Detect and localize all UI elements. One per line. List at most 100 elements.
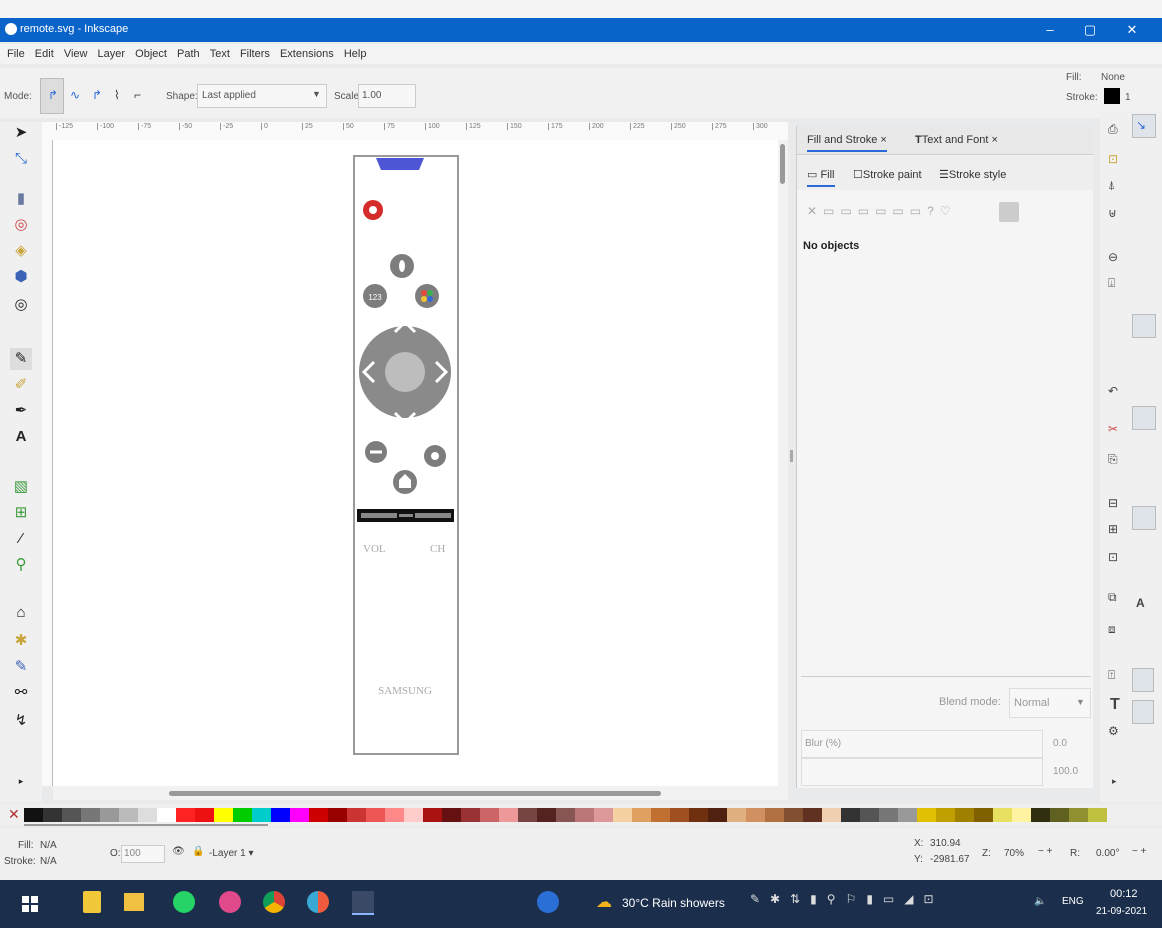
subtab-stroke-paint[interactable]: ☐Stroke paint bbox=[853, 168, 922, 181]
mesh-tool-icon[interactable]: ⊞ bbox=[10, 502, 32, 524]
clock-time[interactable]: 00:12 bbox=[1110, 888, 1138, 900]
palette-swatch[interactable] bbox=[689, 808, 708, 822]
palette-swatch[interactable] bbox=[575, 808, 594, 822]
palette-swatch[interactable] bbox=[271, 808, 290, 822]
help-icon[interactable] bbox=[537, 891, 559, 913]
itunes-icon[interactable] bbox=[219, 891, 241, 913]
tab-text-and-font[interactable]: TText and Font × bbox=[915, 134, 998, 146]
eraser-tool-icon[interactable]: ✎ bbox=[10, 656, 32, 678]
zoom-drawing-icon[interactable]: ⊞ bbox=[1108, 522, 1118, 536]
menu-edit[interactable]: Edit bbox=[35, 48, 54, 60]
save-document-icon[interactable]: ⍋ bbox=[1108, 178, 1115, 193]
menu-layer[interactable]: Layer bbox=[98, 48, 126, 60]
palette-swatch[interactable] bbox=[765, 808, 784, 822]
spray-tool-icon[interactable]: ✱ bbox=[10, 630, 32, 652]
palette-swatch[interactable] bbox=[860, 808, 879, 822]
undo-icon[interactable]: ↶ bbox=[1108, 384, 1118, 398]
layers-button[interactable] bbox=[1132, 700, 1154, 724]
vertical-scrollbar[interactable] bbox=[778, 140, 788, 786]
zoom-value[interactable]: 70% bbox=[1004, 848, 1024, 859]
menu-extensions[interactable]: Extensions bbox=[280, 48, 334, 60]
commands-expand-icon[interactable]: ▸ bbox=[1112, 776, 1117, 787]
palette-swatch[interactable] bbox=[708, 808, 727, 822]
palette-swatch[interactable] bbox=[556, 808, 575, 822]
xml-editor-icon[interactable]: ⍐ bbox=[1108, 668, 1115, 683]
palette-swatch[interactable] bbox=[651, 808, 670, 822]
file-explorer-icon[interactable] bbox=[124, 893, 144, 911]
opacity-value[interactable]: 100.0 bbox=[1053, 766, 1078, 777]
paste-icon[interactable]: ⎘ bbox=[1108, 452, 1118, 467]
menu-view[interactable]: View bbox=[64, 48, 88, 60]
subtab-fill[interactable]: ▭ Fill bbox=[807, 168, 835, 187]
palette-swatch[interactable] bbox=[157, 808, 176, 822]
vertical-scroll-thumb[interactable] bbox=[780, 144, 785, 184]
palette-swatch[interactable] bbox=[632, 808, 651, 822]
menu-text[interactable]: Text bbox=[210, 48, 230, 60]
paraxial-mode-icon[interactable]: ⌐ bbox=[134, 88, 141, 102]
vertical-ruler[interactable] bbox=[42, 140, 53, 786]
menu-filters[interactable]: Filters bbox=[240, 48, 270, 60]
palette-swatch[interactable] bbox=[841, 808, 860, 822]
paint-bucket-tool-icon[interactable]: ⚲ bbox=[10, 554, 32, 576]
dropper-tool-icon[interactable]: ⁄ bbox=[10, 528, 32, 550]
align-distribute-button[interactable] bbox=[1132, 668, 1154, 692]
duplicate-icon[interactable]: ⧉ bbox=[1108, 590, 1117, 605]
preferences-icon[interactable]: ⚙ bbox=[1108, 724, 1119, 738]
palette-swatch[interactable] bbox=[81, 808, 100, 822]
layer-visibility-icon[interactable]: 👁 bbox=[172, 846, 185, 857]
ellipse-tool-icon[interactable]: ◈ bbox=[10, 240, 32, 262]
zoom-selection-icon[interactable]: ⊟ bbox=[1108, 496, 1118, 510]
clock-date[interactable]: 21-09-2021 bbox=[1096, 906, 1147, 917]
tab-fill-and-stroke[interactable]: Fill and Stroke × bbox=[807, 134, 887, 152]
snap-guides-button[interactable] bbox=[1132, 506, 1156, 530]
palette-swatch[interactable] bbox=[537, 808, 556, 822]
horizontal-ruler[interactable]: -125 -100 -75 -50 -25 0 25 50 75 100 125 150 175 200 2… bbox=[42, 122, 788, 141]
no-paint-swatch-icon[interactable]: ✕ bbox=[8, 806, 20, 823]
color-keys-button[interactable] bbox=[415, 284, 439, 308]
palette-swatch[interactable] bbox=[1050, 808, 1069, 822]
palette-scrollbar[interactable] bbox=[24, 824, 268, 826]
dpad-ok-button[interactable] bbox=[385, 352, 425, 392]
palette-swatch[interactable] bbox=[404, 808, 423, 822]
palette-swatch[interactable] bbox=[24, 808, 43, 822]
horizontal-scroll-thumb[interactable] bbox=[169, 791, 661, 796]
palette-swatch[interactable] bbox=[366, 808, 385, 822]
current-layer-dropdown[interactable]: -Layer 1 ▾ bbox=[209, 848, 254, 859]
zoom-stepper[interactable]: − + bbox=[1038, 846, 1052, 857]
zoom-page-icon[interactable]: ⊡ bbox=[1108, 550, 1118, 564]
selector-tool-icon[interactable]: ➤ bbox=[10, 122, 32, 144]
opacity-spinbox[interactable]: 100 bbox=[121, 845, 165, 863]
text-font-dialog-icon[interactable]: A bbox=[1136, 596, 1145, 610]
export-icon[interactable]: ⍗ bbox=[1108, 276, 1115, 291]
whatsapp-icon[interactable] bbox=[173, 891, 195, 913]
pencil-tool-icon[interactable]: ✐ bbox=[10, 374, 32, 396]
inkscape-taskbar-icon[interactable] bbox=[352, 891, 374, 915]
rotation-value[interactable]: 0.00° bbox=[1096, 848, 1119, 859]
palette-swatch[interactable] bbox=[233, 808, 252, 822]
spiral-tool-icon[interactable]: ◎ bbox=[10, 294, 32, 316]
weather-text[interactable]: 30°C Rain showers bbox=[622, 896, 725, 910]
palette-swatch[interactable] bbox=[385, 808, 404, 822]
spiro-mode-icon[interactable]: ∿ bbox=[70, 88, 80, 102]
system-tray-icons[interactable]: ✎✱⇅▮⚲⚐▮▭◢⊡ bbox=[750, 892, 944, 906]
blur-value[interactable]: 0.0 bbox=[1053, 738, 1067, 749]
rotation-stepper[interactable]: − + bbox=[1132, 846, 1146, 857]
palette-swatch[interactable] bbox=[176, 808, 195, 822]
store-icon[interactable] bbox=[83, 891, 101, 913]
text-dialog-icon[interactable]: T bbox=[1110, 696, 1120, 714]
palette-swatch[interactable] bbox=[1069, 808, 1088, 822]
rectangle-tool-icon[interactable]: ▮ bbox=[10, 188, 32, 210]
3d-box-tool-icon[interactable]: ◎ bbox=[10, 214, 32, 236]
palette-swatch[interactable] bbox=[1031, 808, 1050, 822]
palette-swatch[interactable] bbox=[993, 808, 1012, 822]
palette-swatch[interactable] bbox=[252, 808, 271, 822]
palette-swatch[interactable] bbox=[62, 808, 81, 822]
palette-swatch[interactable] bbox=[214, 808, 233, 822]
palette-swatch[interactable] bbox=[328, 808, 347, 822]
palette-swatch[interactable] bbox=[879, 808, 898, 822]
palette-swatch[interactable] bbox=[917, 808, 936, 822]
language-indicator[interactable]: ENG bbox=[1062, 896, 1084, 907]
minimize-button[interactable]: – bbox=[1032, 18, 1068, 42]
blend-mode-dropdown[interactable]: Normal ▼ bbox=[1009, 688, 1091, 718]
palette-swatch[interactable] bbox=[309, 808, 328, 822]
